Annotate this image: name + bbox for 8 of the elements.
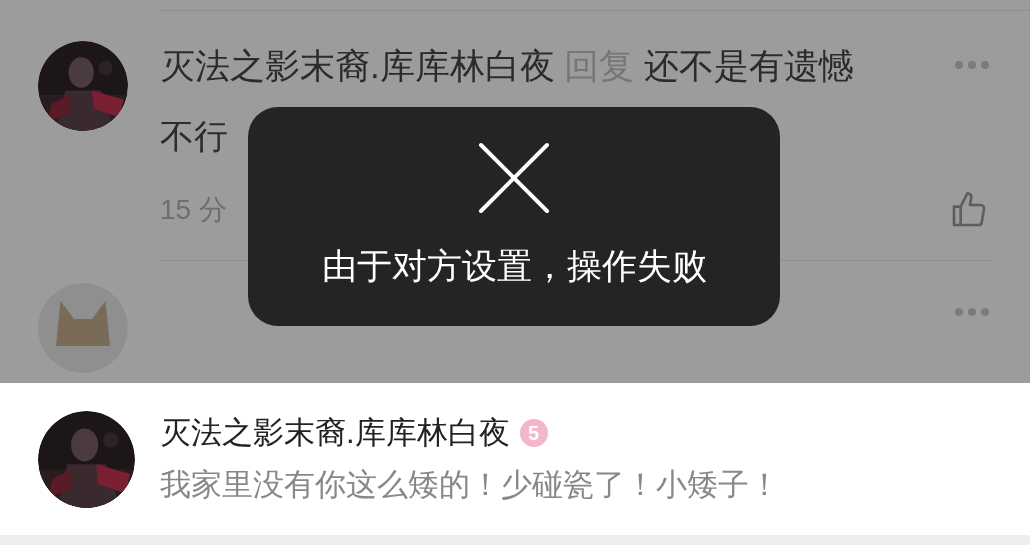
close-icon [478, 142, 550, 214]
level-badge: 5 [519, 419, 548, 447]
toast-message: 由于对方设置，操作失败 [321, 245, 707, 287]
author-name: 灭法之影末裔.库库林白夜 [160, 414, 510, 452]
message-text: 我家里没有你这么矮的！少碰瓷了！小矮子！ [160, 466, 780, 504]
more-icon[interactable] [954, 60, 990, 70]
comment-text: 不行 [160, 116, 229, 157]
more-icon[interactable] [954, 307, 990, 317]
